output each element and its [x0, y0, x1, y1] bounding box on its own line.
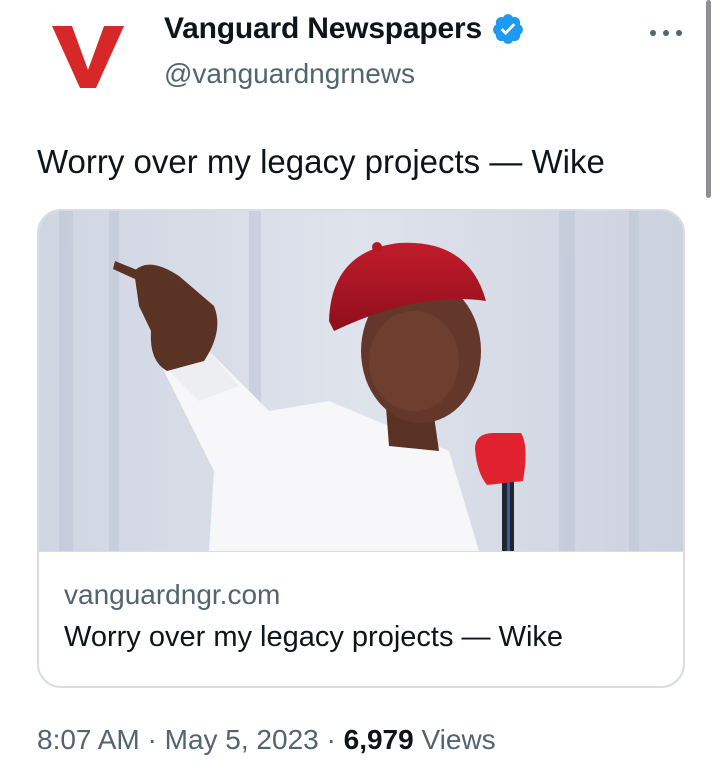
account-name-row: Vanguard Newspapers: [164, 12, 525, 46]
avatar[interactable]: [38, 8, 138, 108]
card-domain: vanguardngr.com: [64, 579, 281, 610]
account-name[interactable]: Vanguard Newspapers: [164, 12, 482, 46]
tweet-text: Worry over my legacy projects — Wike: [37, 143, 605, 180]
verified-badge-icon: [493, 14, 523, 44]
card-title: Worry over my legacy projects — Wike: [64, 621, 564, 653]
views-count: 6,979: [343, 724, 414, 755]
link-card[interactable]: vanguardngr.com Worry over my legacy pro…: [37, 209, 685, 688]
meta-separator: ·: [326, 724, 336, 755]
account-handle[interactable]: @vanguardngrnews: [164, 58, 415, 90]
more-options-icon[interactable]: [648, 22, 684, 42]
tweet-meta: 8:07 AM · May 5, 2023 · 6,979 Views: [37, 724, 496, 756]
scrollbar[interactable]: [706, 0, 711, 198]
tweet-time[interactable]: 8:07 AM: [37, 724, 140, 755]
meta-separator: ·: [147, 724, 157, 755]
tweet-date[interactable]: May 5, 2023: [165, 724, 319, 755]
card-divider: [39, 551, 683, 552]
vanguard-logo-icon: [52, 26, 124, 88]
card-image[interactable]: [39, 211, 683, 551]
views-label: Views: [421, 724, 496, 755]
